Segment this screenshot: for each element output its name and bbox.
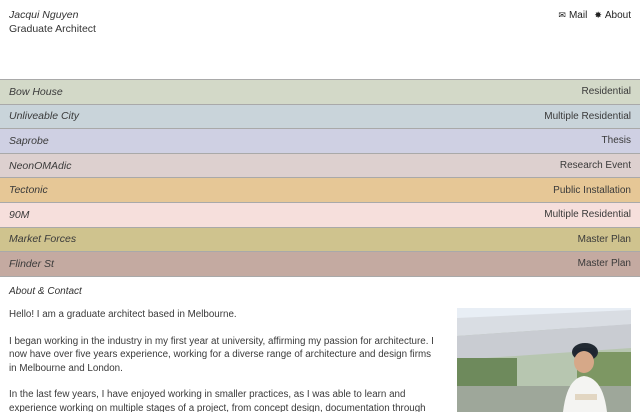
project-row[interactable]: Flinder St Master Plan [0, 251, 640, 276]
mail-icon: ✉ [558, 10, 566, 20]
project-type: Multiple Residential [544, 209, 631, 221]
project-type: Residential [581, 86, 631, 98]
about-link[interactable]: ✸ About [594, 10, 631, 21]
about-heading: About & Contact [9, 286, 82, 297]
about-text: Hello! I am a graduate architect based i… [9, 308, 439, 412]
site-owner-role: Graduate Architect [9, 23, 96, 35]
star-burst-icon: ✸ [594, 10, 602, 20]
project-row[interactable]: Market Forces Master Plan [0, 226, 640, 252]
project-type: Research Event [559, 160, 631, 172]
about-paragraph: Hello! I am a graduate architect based i… [9, 309, 237, 320]
project-type: Thesis [601, 135, 631, 147]
portrait-illustration [457, 308, 631, 412]
project-row[interactable]: Bow House Residential [0, 79, 640, 104]
mail-link[interactable]: ✉ Mail [558, 10, 587, 21]
about-paragraph: In the last few years, I have enjoyed wo… [9, 389, 426, 412]
project-row[interactable]: Unliveable City Multiple Residential [0, 103, 640, 129]
project-type: Public Installation [553, 184, 631, 196]
top-nav: ✉ Mail ✸ About [558, 10, 631, 21]
project-type: Master Plan [577, 258, 631, 270]
portrait-photo [457, 308, 631, 412]
project-type: Master Plan [577, 233, 631, 245]
project-name[interactable]: Unliveable City [9, 110, 79, 122]
project-row[interactable]: 90M Multiple Residential [0, 201, 640, 227]
about-link-label: About [604, 10, 631, 21]
project-list: Bow House Residential Unliveable City Multi… [0, 79, 640, 276]
about-paragraph: I began working in the industry in my fi… [9, 335, 434, 374]
project-name[interactable]: NeonOMAdic [9, 160, 71, 172]
project-row[interactable]: Tectonic Public Installation [0, 177, 640, 202]
project-name[interactable]: Bow House [9, 86, 63, 98]
project-name[interactable]: Market Forces [9, 233, 76, 245]
mail-link-label: Mail [568, 10, 588, 21]
about-section-header: About & Contact [0, 276, 640, 302]
project-name[interactable]: Saprobe [9, 135, 49, 147]
project-row[interactable]: Saprobe Thesis [0, 128, 640, 153]
site-owner-name[interactable]: Jacqui Nguyen [9, 9, 78, 21]
site-header: Jacqui Nguyen Graduate Architect ✉ Mail … [0, 0, 640, 79]
project-name[interactable]: Flinder St [9, 258, 54, 270]
project-row[interactable]: NeonOMAdic Research Event [0, 152, 640, 178]
project-name[interactable]: Tectonic [9, 184, 48, 196]
project-type: Multiple Residential [544, 110, 631, 122]
project-name[interactable]: 90M [9, 209, 29, 221]
